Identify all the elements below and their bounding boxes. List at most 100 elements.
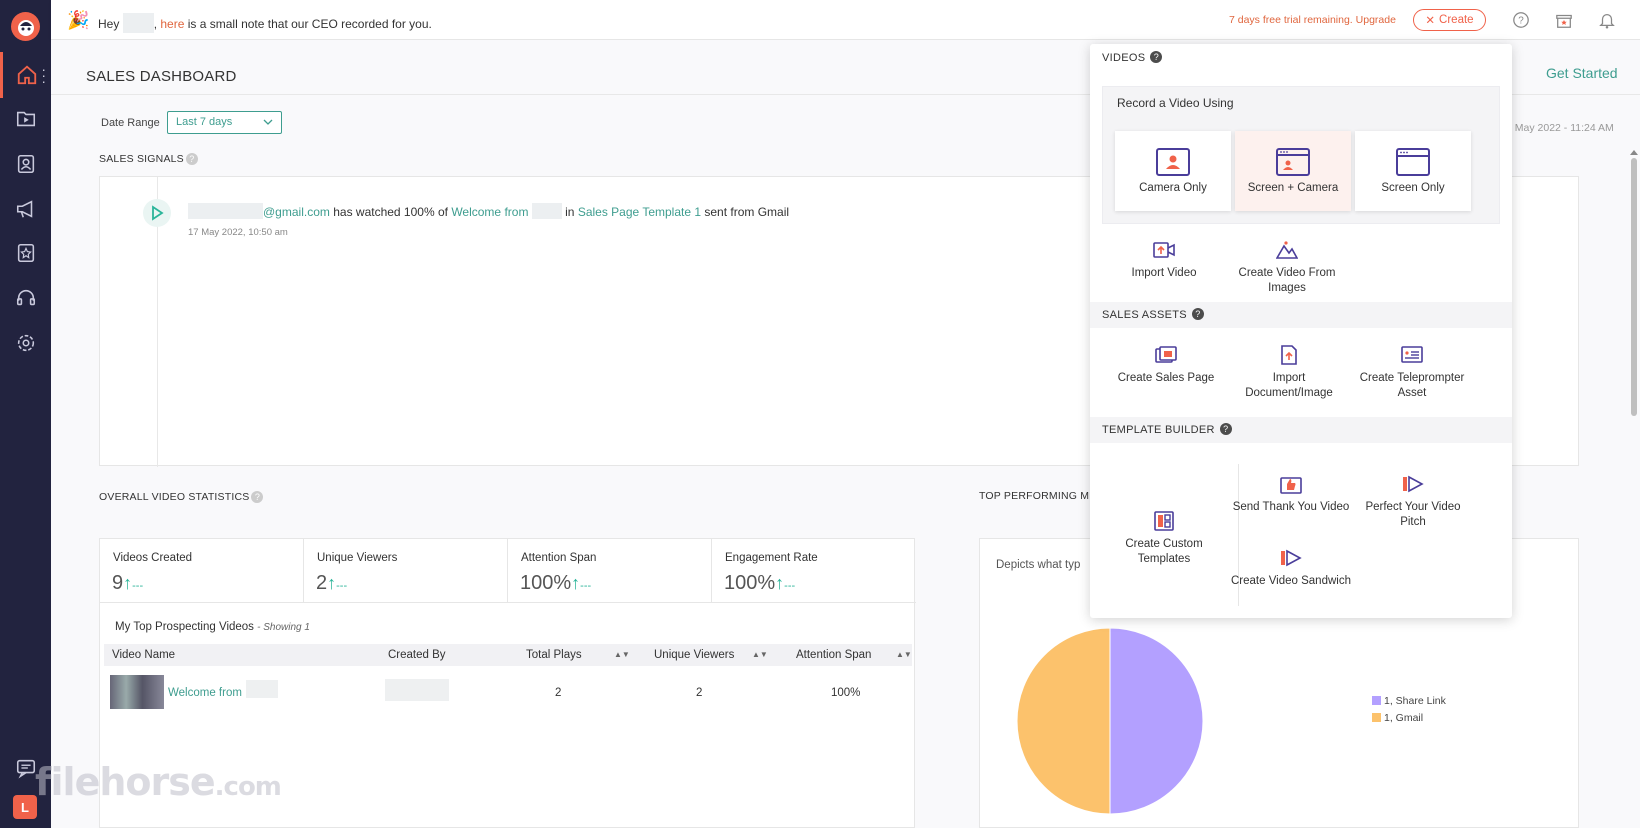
create-teleprompter-action[interactable]: Create Teleprompter Asset — [1351, 345, 1473, 401]
scrollbar-thumb[interactable] — [1631, 158, 1637, 416]
action-label: Create Video From Images — [1238, 267, 1336, 294]
help-icon[interactable]: ? — [1150, 51, 1163, 64]
col-video-name[interactable]: Video Name — [112, 649, 175, 661]
create-sales-page-action[interactable]: Create Sales Page — [1105, 345, 1227, 386]
perfect-pitch-action[interactable]: Perfect Your Video Pitch — [1352, 474, 1474, 530]
camera-icon — [1156, 148, 1190, 176]
scroll-up-icon[interactable] — [1629, 148, 1639, 156]
scrollbar[interactable] — [1629, 148, 1639, 828]
top-performing-heading: TOP PERFORMING ME — [979, 490, 1097, 502]
top-videos-label: My Top Prospecting Videos — [115, 621, 254, 633]
bell-icon[interactable] — [1598, 11, 1616, 29]
create-dropdown-panel: VIDEOS? Record a Video Using Camera Only… — [1090, 44, 1512, 618]
home-icon — [17, 65, 37, 85]
redacted-creator — [385, 679, 449, 701]
sidebar-item-settings[interactable] — [0, 320, 51, 366]
sidebar-item-campaigns[interactable] — [0, 186, 51, 232]
video-sandwich-action[interactable]: Create Video Sandwich — [1230, 548, 1352, 589]
legend-item-gmail[interactable]: 1, Gmail — [1372, 710, 1446, 727]
sidebar-item-contacts[interactable] — [0, 141, 51, 187]
sidebar: · · · L — [0, 0, 51, 828]
arrow-up-icon: ↑ — [775, 573, 785, 593]
kebab-icon[interactable]: · · · — [41, 62, 46, 88]
chat-icon — [16, 759, 35, 779]
sort-icon[interactable]: ▲▼ — [614, 650, 630, 659]
videos-heading: VIDEOS? — [1102, 51, 1163, 64]
sidebar-item-videos[interactable] — [0, 96, 51, 142]
images-icon — [1276, 241, 1298, 259]
legend-label: 1, Share Link — [1384, 695, 1446, 707]
legend-item-share-link[interactable]: 1, Share Link — [1372, 693, 1446, 710]
stat-label: Videos Created — [113, 552, 193, 564]
col-attention-span[interactable]: Attention Span — [796, 649, 871, 661]
sales-signals-heading: SALES SIGNALS? — [99, 153, 198, 166]
sidebar-item-home[interactable]: · · · — [0, 52, 51, 98]
sandwich-icon — [1281, 549, 1302, 567]
stat-trend: --- — [580, 580, 592, 592]
action-label: Create Teleprompter Asset — [1359, 372, 1465, 399]
play-icon[interactable] — [143, 199, 171, 227]
template-builder-heading: TEMPLATE BUILDER? — [1102, 423, 1232, 436]
template-builder-label: TEMPLATE BUILDER — [1102, 424, 1215, 436]
create-button[interactable]: ✕ Create — [1413, 9, 1486, 31]
table-row[interactable]: Welcome from 2 2 100% — [104, 675, 912, 715]
action-label: Create Custom Templates — [1125, 538, 1203, 565]
help-icon[interactable]: ? — [1219, 423, 1232, 436]
option-label: Camera Only — [1139, 182, 1207, 194]
app-logo[interactable] — [11, 12, 40, 41]
teleprompter-icon — [1401, 346, 1423, 363]
video-stats-heading: OVERALL VIDEO STATISTICS? — [99, 491, 264, 504]
import-document-action[interactable]: Import Document/Image — [1228, 345, 1350, 401]
help-icon[interactable]: ? — [1191, 308, 1204, 321]
col-created-by[interactable]: Created By — [388, 649, 446, 661]
rewards-icon[interactable] — [1555, 11, 1573, 29]
sales-assets-label: SALES ASSETS — [1102, 309, 1187, 321]
sidebar-item-integrations[interactable] — [0, 275, 51, 321]
sales-assets-heading: SALES ASSETS? — [1102, 308, 1204, 321]
user-avatar[interactable]: L — [13, 795, 37, 819]
megaphone-icon — [16, 200, 32, 218]
stat-label: Engagement Rate — [725, 552, 818, 564]
create-label: Create — [1439, 14, 1474, 26]
signal-text-1: has watched 100% of — [333, 205, 448, 219]
import-video-action[interactable]: Import Video — [1103, 240, 1225, 281]
signal-page-link[interactable]: Sales Page Template 1 — [578, 205, 701, 219]
pie-slice-gmail[interactable] — [1016, 627, 1111, 815]
attention-span-cell: 100% — [831, 687, 861, 699]
screen-only-option[interactable]: Screen Only — [1355, 131, 1471, 211]
video-thumbnail[interactable] — [110, 675, 164, 709]
sort-icon[interactable]: ▲▼ — [896, 650, 912, 659]
pie-chart — [1016, 627, 1204, 815]
redacted-email — [188, 203, 263, 220]
send-thank-you-action[interactable]: Send Thank You Video — [1230, 474, 1352, 515]
help-icon[interactable]: ? — [251, 491, 264, 504]
signal-date: 17 May 2022, 10:50 am — [188, 227, 288, 238]
stat-number: 100% — [724, 572, 776, 594]
signal-video-link[interactable]: Welcome from — [451, 205, 528, 219]
col-total-plays[interactable]: Total Plays — [526, 649, 582, 661]
get-started-link[interactable]: Get Started — [1546, 65, 1618, 81]
date-range-select[interactable]: Last 7 days — [167, 111, 282, 134]
video-name-link[interactable]: Welcome from — [168, 687, 242, 699]
last-updated: 7 May 2022 - 11:24 AM — [1506, 122, 1614, 134]
help-icon[interactable]: ? — [185, 153, 198, 166]
stat-number: 2 — [316, 572, 328, 594]
col-unique-viewers[interactable]: Unique Viewers — [654, 649, 734, 661]
watermark-text: filehorse — [35, 760, 216, 804]
screen-camera-option[interactable]: Screen + Camera — [1235, 131, 1351, 211]
trial-upgrade-link[interactable]: 7 days free trial remaining. Upgrade — [1229, 14, 1396, 26]
note-link[interactable]: here — [160, 17, 184, 31]
signal-email[interactable]: @gmail.com — [263, 205, 330, 219]
watermark-suffix: .com — [214, 772, 282, 802]
total-plays-cell: 2 — [555, 687, 562, 699]
help-icon[interactable]: ? — [1512, 11, 1530, 29]
video-from-images-action[interactable]: Create Video From Images — [1226, 240, 1348, 296]
sidebar-item-templates[interactable] — [0, 230, 51, 276]
pie-slice-share-link[interactable] — [1109, 627, 1204, 815]
stat-videos-created: Videos Created 9↑--- — [100, 539, 304, 603]
create-custom-templates-action[interactable]: Create Custom Templates — [1103, 511, 1225, 567]
stat-attention-span: Attention Span 100%↑--- — [508, 539, 712, 603]
arrow-up-icon: ↑ — [123, 573, 133, 593]
camera-only-option[interactable]: Camera Only — [1115, 131, 1231, 211]
sort-icon[interactable]: ▲▼ — [752, 650, 768, 659]
